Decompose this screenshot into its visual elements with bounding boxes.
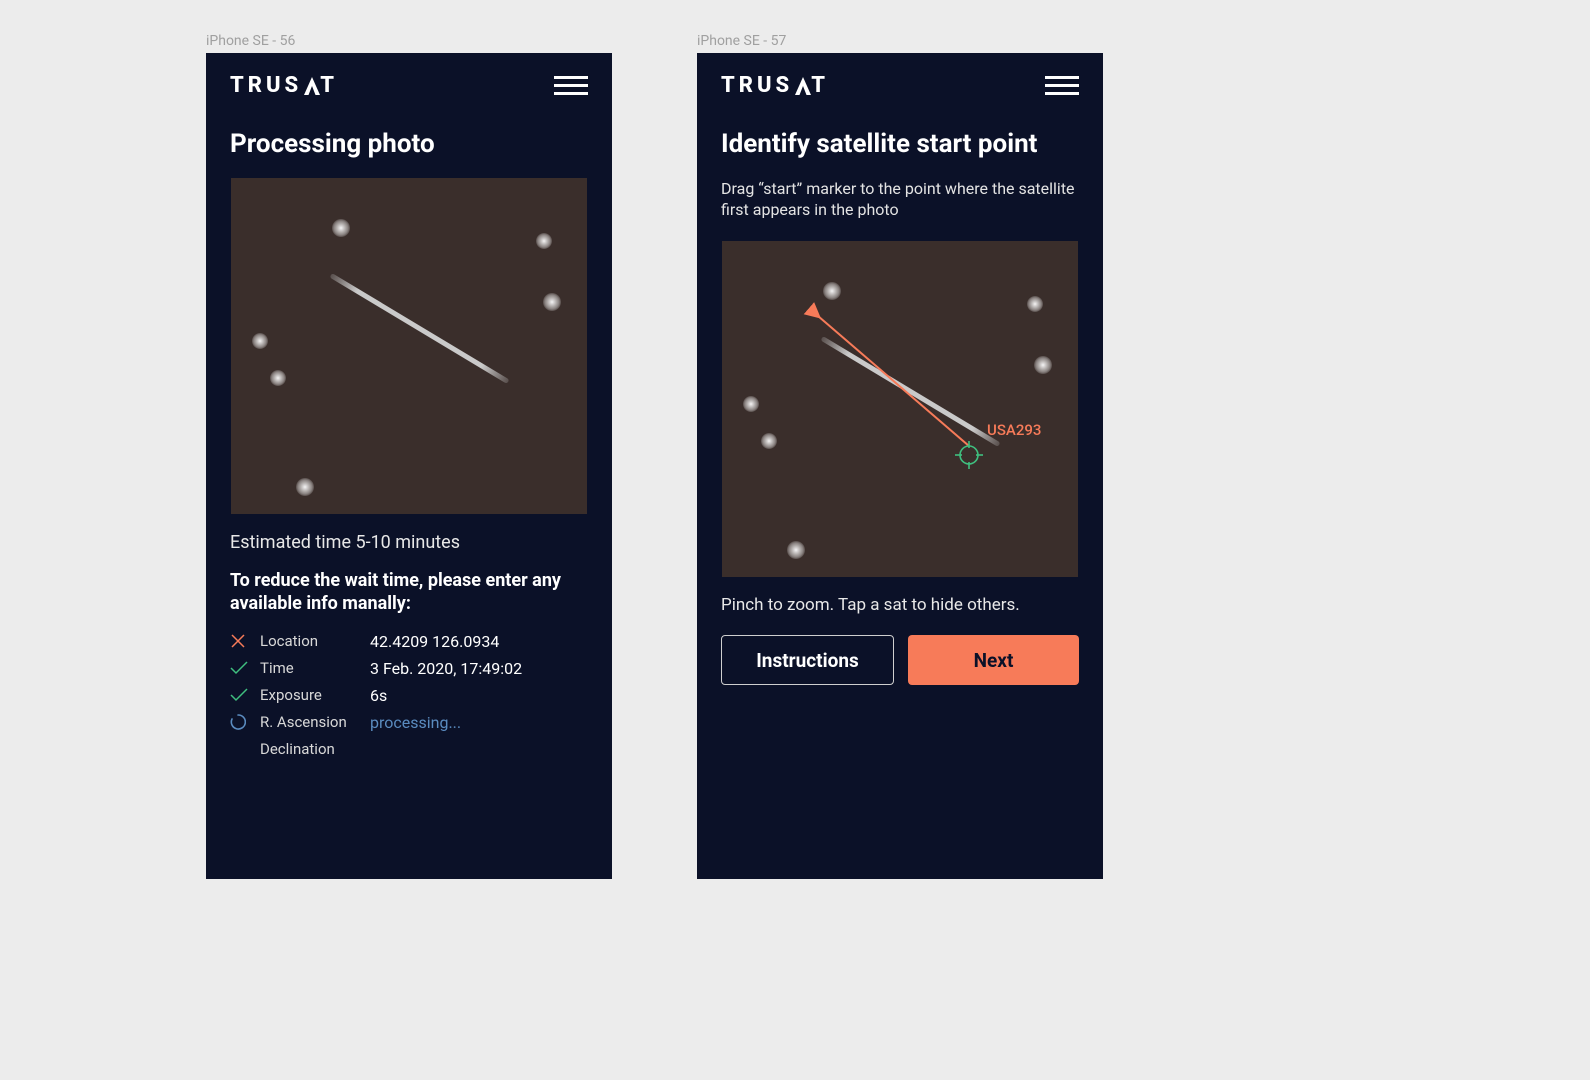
start-marker[interactable] [955,441,983,469]
star [543,293,561,311]
star [743,396,759,412]
hamburger-menu-icon[interactable] [1045,76,1079,95]
app-header: TRUS T [206,53,612,110]
app-header: TRUS T [697,53,1103,110]
star [787,541,805,559]
satellite-streak [820,336,1000,447]
star [1034,356,1052,374]
direction-arrow-icon [722,241,1078,577]
hamburger-menu-icon[interactable] [554,76,588,95]
page-title: Identify satellite start point [721,130,1079,160]
star [332,219,350,237]
satellite-streak [329,273,509,384]
star [252,333,268,349]
star [823,282,841,300]
info-grid: Location 42.4209 126.0934 Time 3 Feb. 20… [230,632,588,758]
frame-label-left: iPhone SE - 56 [206,33,295,49]
manual-entry-prompt: To reduce the wait time, please enter an… [230,569,588,616]
brand-text-post: T [811,73,829,98]
label-ra: R. Ascension [260,713,370,731]
brand-a-icon [794,77,812,95]
star [1027,296,1043,312]
zoom-hint-text: Pinch to zoom. Tap a sat to hide others. [721,595,1079,615]
spinner-icon [230,714,260,730]
screen-identify: TRUS T Identify satellite start point Dra… [697,53,1103,879]
estimated-time-text: Estimated time 5-10 minutes [230,532,588,553]
check-icon [230,661,260,675]
label-dec: Declination [260,740,370,758]
star [270,370,286,386]
sky-photo [231,178,587,514]
x-icon [230,633,260,649]
brand-a-icon [303,77,321,95]
star [536,233,552,249]
page-subtitle: Drag “start” marker to the point where t… [721,178,1079,221]
satellite-label[interactable]: USA293 [987,421,1041,439]
next-button[interactable]: Next [908,635,1079,685]
action-bar: Instructions Next [721,635,1079,685]
page-title: Processing photo [230,130,588,160]
star [296,478,314,496]
brand-text-pre: TRUS [230,73,302,98]
brand-text-post: T [320,73,338,98]
brand-text-pre: TRUS [721,73,793,98]
value-ra: processing... [370,713,588,732]
value-time[interactable]: 3 Feb. 2020, 17:49:02 [370,659,588,678]
brand-logo: TRUS T [230,73,338,98]
frame-label-right: iPhone SE - 57 [697,33,786,49]
label-time: Time [260,659,370,677]
screen-processing: TRUS T Processing photo Estimated time 5-… [206,53,612,879]
brand-logo: TRUS T [721,73,829,98]
label-exposure: Exposure [260,686,370,704]
value-exposure[interactable]: 6s [370,686,588,705]
value-location[interactable]: 42.4209 126.0934 [370,632,588,651]
label-location: Location [260,632,370,650]
instructions-button[interactable]: Instructions [721,635,894,685]
check-icon [230,688,260,702]
star [761,433,777,449]
sky-photo-interactive[interactable]: USA293 [722,241,1078,577]
